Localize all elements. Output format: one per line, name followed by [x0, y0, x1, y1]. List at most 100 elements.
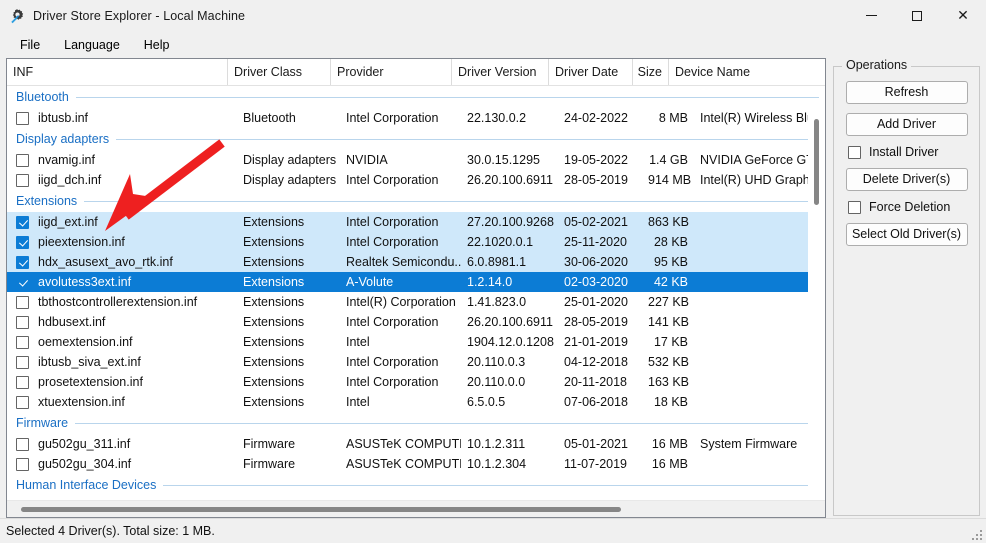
- group-header-label: Firmware: [16, 416, 69, 430]
- column-header-device-name-label: Device Name: [675, 65, 751, 79]
- install-driver-checkbox[interactable]: Install Driver: [848, 145, 969, 159]
- column-header-driver-class[interactable]: ˄ Driver Class: [228, 59, 331, 85]
- group-header-rule: [163, 484, 819, 486]
- select-old-drivers-button[interactable]: Select Old Driver(s): [845, 223, 968, 246]
- cell-class: Extensions: [243, 275, 305, 289]
- column-header-driver-date[interactable]: Driver Date: [549, 59, 633, 85]
- table-row[interactable]: gu502gu_311.inf Firmware ASUSTeK COMPUTE..…: [7, 434, 825, 454]
- column-header-device-name[interactable]: Device Name: [669, 59, 824, 85]
- cell-version: 10.1.2.311: [467, 437, 526, 451]
- table-row[interactable]: tbthostcontrollerextension.inf Extensions…: [7, 292, 825, 312]
- cell-size: 42 KB: [653, 275, 688, 289]
- column-header-size[interactable]: Size: [633, 59, 669, 85]
- menu-item-language[interactable]: Language: [52, 34, 132, 56]
- refresh-button[interactable]: Refresh: [845, 81, 968, 104]
- force-deletion-checkbox-box: [848, 200, 861, 214]
- group-header-rule: [75, 422, 819, 424]
- operations-panel: Operations Refresh Add Driver Install Dr…: [833, 58, 980, 516]
- row-checkbox[interactable]: [16, 315, 29, 329]
- force-deletion-checkbox[interactable]: Force Deletion: [848, 200, 969, 214]
- row-checkbox[interactable]: [16, 173, 29, 187]
- cell-size: 1.4 GB: [649, 153, 688, 167]
- horizontal-scrollbar[interactable]: [7, 500, 825, 517]
- operations-panel-wrap: Operations Refresh Add Driver Install Dr…: [826, 58, 980, 518]
- column-header-driver-version[interactable]: Driver Version: [452, 59, 549, 85]
- cell-date: 05-02-2021: [564, 215, 628, 229]
- row-checkbox[interactable]: [16, 255, 29, 269]
- cell-inf: ibtusb_siva_ext.inf: [38, 355, 141, 369]
- cell-size: 163 KB: [648, 375, 690, 389]
- row-checkbox[interactable]: [16, 235, 29, 249]
- cell-size: 8 MB: [658, 111, 688, 125]
- row-checkbox[interactable]: [16, 457, 29, 471]
- table-row[interactable]: nvamig.inf Display adapters NVIDIA 30.0.15.…: [7, 150, 825, 170]
- group-header-rule: [116, 138, 819, 140]
- row-checkbox[interactable]: [16, 395, 29, 409]
- close-button[interactable]: ✕: [940, 0, 986, 31]
- table-row[interactable]: oemextension.inf Extensions Intel 1904.12.0…: [7, 332, 825, 352]
- vertical-scrollbar-thumb[interactable]: [814, 119, 819, 205]
- row-checkbox[interactable]: [16, 437, 29, 451]
- row-checkbox[interactable]: [16, 375, 29, 389]
- group-header[interactable]: Human Interface Devices: [7, 474, 825, 496]
- driver-list-view[interactable]: INF ˄ Driver Class Provider Driver Versi…: [6, 58, 826, 518]
- horizontal-scrollbar-thumb[interactable]: [21, 507, 621, 512]
- table-row[interactable]: ibtusb.inf Bluetooth Intel Corporation 22.1…: [7, 108, 825, 128]
- cell-date: 25-11-2020: [564, 235, 628, 249]
- row-checkbox[interactable]: [16, 275, 29, 289]
- minimize-button[interactable]: [848, 0, 894, 31]
- cell-device: NVIDIA GeForce GTX 1660 T: [700, 153, 825, 167]
- cell-date: 25-01-2020: [564, 295, 628, 309]
- table-row[interactable]: iigd_dch.inf Display adapters Intel Corpor…: [7, 170, 825, 190]
- table-row[interactable]: hdx_asusext_avo_rtk.inf Extensions Realtek…: [7, 252, 825, 272]
- row-checkbox[interactable]: [16, 355, 29, 369]
- list-scroll-area[interactable]: Bluetooth ibtusb.inf Bluetooth Intel Corpor…: [7, 86, 825, 500]
- menu-item-file[interactable]: File: [8, 34, 52, 56]
- table-row[interactable]: gu502gu_304.inf Firmware ASUSTeK COMPUTE..…: [7, 454, 825, 474]
- group-header[interactable]: Extensions: [7, 190, 825, 212]
- table-row[interactable]: ibtusb_siva_ext.inf Extensions Intel Corpo…: [7, 352, 825, 372]
- table-row[interactable]: prosetextension.inf Extensions Intel Corpo…: [7, 372, 825, 392]
- cell-class: Display adapters: [243, 173, 337, 187]
- column-header-driver-version-label: Driver Version: [458, 65, 537, 79]
- window-title: Driver Store Explorer - Local Machine: [33, 8, 246, 23]
- column-header-provider[interactable]: Provider: [331, 59, 452, 85]
- vertical-scrollbar[interactable]: [808, 113, 825, 500]
- table-row[interactable]: hdbusext.inf Extensions Intel Corporation 2…: [7, 312, 825, 332]
- group-header-label: Extensions: [16, 194, 78, 208]
- cell-inf: avolutess3ext.inf: [38, 275, 132, 289]
- group-header[interactable]: Display adapters: [7, 128, 825, 150]
- cell-version: 1904.12.0.1208: [467, 335, 554, 349]
- cell-date: 05-01-2021: [564, 437, 628, 451]
- add-driver-button[interactable]: Add Driver: [845, 113, 968, 136]
- cell-provider: Intel Corporation: [346, 235, 439, 249]
- row-checkbox[interactable]: [16, 153, 29, 167]
- table-row[interactable]: xtuextension.inf Extensions Intel 6.5.0.5 07…: [7, 392, 825, 412]
- row-checkbox[interactable]: [16, 111, 29, 125]
- table-row[interactable]: iigd_ext.inf Extensions Intel Corporation 2…: [7, 212, 825, 232]
- title-bar: Driver Store Explorer - Local Machine ✕: [0, 0, 986, 31]
- list-header-row: INF ˄ Driver Class Provider Driver Versi…: [7, 59, 825, 86]
- table-row[interactable]: pieextension.inf Extensions Intel Corporat…: [7, 232, 825, 252]
- group-header[interactable]: Bluetooth: [7, 86, 825, 108]
- cell-version: 27.20.100.9268: [467, 215, 554, 229]
- group-header-label: Human Interface Devices: [16, 478, 157, 492]
- cell-provider: ASUSTeK COMPUTE...: [346, 457, 461, 471]
- group-header-label: Bluetooth: [16, 90, 69, 104]
- group-header-rule: [84, 200, 819, 202]
- row-checkbox[interactable]: [16, 295, 29, 309]
- cell-size: 532 KB: [648, 355, 690, 369]
- maximize-button[interactable]: [894, 0, 940, 31]
- group-header[interactable]: Firmware: [7, 412, 825, 434]
- delete-drivers-button[interactable]: Delete Driver(s): [845, 168, 968, 191]
- cell-provider: Intel: [346, 335, 370, 349]
- column-header-inf[interactable]: INF: [7, 59, 228, 85]
- row-checkbox[interactable]: [16, 335, 29, 349]
- cell-inf: ibtusb.inf: [38, 111, 89, 125]
- cell-version: 26.20.100.6911: [467, 173, 553, 187]
- cell-inf: xtuextension.inf: [38, 395, 125, 409]
- table-row[interactable]: avolutess3ext.inf Extensions A-Volute 1.2.1…: [7, 272, 825, 292]
- menu-item-help[interactable]: Help: [132, 34, 182, 56]
- cell-inf: oemextension.inf: [38, 335, 133, 349]
- row-checkbox[interactable]: [16, 215, 29, 229]
